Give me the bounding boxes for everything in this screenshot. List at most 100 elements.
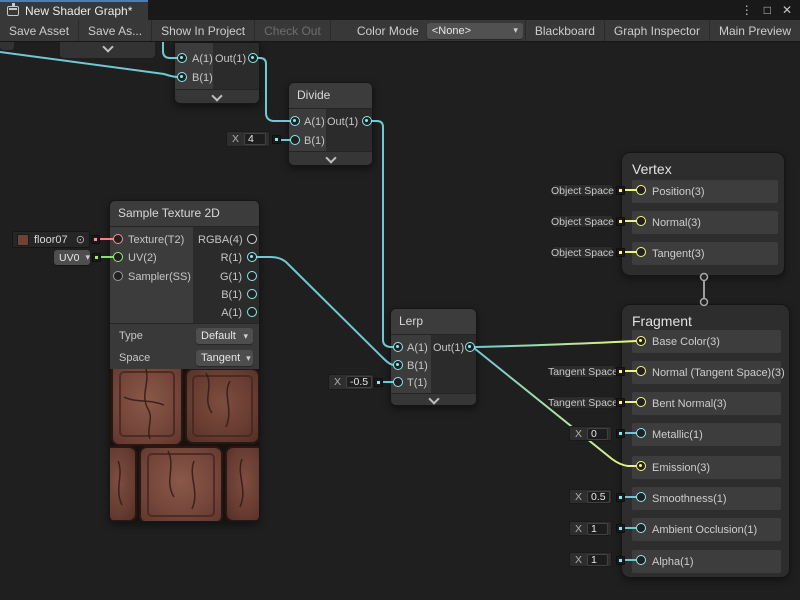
port-add-out[interactable] [248, 53, 258, 63]
alpha-default-field[interactable]: X 1 [569, 552, 612, 567]
port-sample-b-out[interactable] [247, 289, 257, 299]
graph-inspector-button[interactable]: Graph Inspector [605, 20, 709, 41]
fragment-block[interactable]: Fragment Base Color(3) Normal (Tangent S… [621, 304, 790, 578]
port-sample-sampler-in[interactable] [113, 271, 123, 281]
ambient-occlusion-default-field[interactable]: X 1 [569, 521, 612, 536]
port-sample-a-out[interactable] [247, 307, 257, 317]
graph-canvas[interactable]: A(1) B(1) Out(1) Divide A(1) B(1) Out(1)… [0, 0, 800, 600]
divide-node[interactable]: Divide A(1) B(1) Out(1) [288, 82, 373, 166]
port-divide-b-in[interactable] [290, 135, 300, 145]
port-divide-a-in[interactable] [290, 116, 300, 126]
collapse-chevron-icon[interactable] [428, 393, 439, 404]
port-add-b-in[interactable] [177, 72, 187, 82]
space-chip[interactable]: Object Space [552, 215, 613, 228]
port-label: A(1) [198, 307, 242, 319]
dot-alpha-default[interactable] [616, 556, 625, 565]
smoothness-default-field[interactable]: X 0.5 [569, 489, 612, 504]
x-value-input[interactable]: 1 [587, 523, 608, 535]
offscreen-node-fragment[interactable] [0, 42, 14, 50]
x-value-input[interactable]: 0 [587, 428, 608, 440]
port-fragment-normal[interactable] [636, 366, 646, 376]
blackboard-button[interactable]: Blackboard [526, 20, 604, 41]
port-lerp-b-in[interactable] [393, 360, 403, 370]
port-vertex-position[interactable] [636, 185, 646, 195]
port-fragment-bent-normal[interactable] [636, 397, 646, 407]
port-sample-r-out[interactable] [247, 252, 257, 262]
edge-sample-r-to-lerp-b[interactable] [256, 257, 394, 365]
port-label: Out(1) [327, 116, 357, 128]
vertex-row-tangent: Tangent(3) [632, 242, 778, 265]
port-label: Out(1) [215, 53, 245, 65]
lerp-t-default-field[interactable]: X -0.5 [328, 374, 374, 390]
x-value-input[interactable]: -0.5 [346, 376, 372, 388]
dot-tangent-space-normal[interactable] [616, 367, 625, 376]
show-in-project-button[interactable]: Show In Project [152, 20, 254, 41]
port-lerp-a-in[interactable] [393, 342, 403, 352]
shader-graph-tab[interactable]: New Shader Graph* [0, 0, 148, 20]
port-sample-g-out[interactable] [247, 271, 257, 281]
edge-lerp-out-to-base-color[interactable] [474, 341, 636, 347]
space-dropdown[interactable]: Tangent ▾ [196, 350, 253, 366]
port-sample-rgba-out[interactable] [247, 234, 257, 244]
dot-object-space-position[interactable] [616, 186, 625, 195]
row-label: Normal(3) [652, 217, 701, 229]
dot-uv0[interactable] [92, 253, 101, 262]
metallic-default-field[interactable]: X 0 [569, 426, 612, 441]
port-fragment-metallic[interactable] [636, 428, 646, 438]
space-chip[interactable]: Tangent Space [551, 365, 615, 378]
uv-channel-dropdown[interactable]: UV0 ▾ [54, 250, 90, 265]
port-sample-texture-in[interactable] [113, 234, 123, 244]
dot-ambient-occlusion-default[interactable] [616, 524, 625, 533]
port-fragment-ambient-occlusion[interactable] [636, 523, 646, 533]
space-chip[interactable]: Tangent Space [551, 396, 615, 409]
type-dropdown[interactable]: Default ▾ [196, 328, 253, 344]
port-lerp-t-in[interactable] [393, 377, 403, 387]
divide-b-default-field[interactable]: X 4 [226, 131, 270, 147]
port-fragment-smoothness[interactable] [636, 492, 646, 502]
collapse-chevron-icon[interactable] [211, 90, 222, 101]
x-value-input[interactable]: 4 [244, 133, 266, 145]
port-vertex-tangent[interactable] [636, 247, 646, 257]
collapse-chevron-icon[interactable] [102, 41, 113, 52]
collapse-chevron-icon[interactable] [325, 152, 336, 163]
dot-lerp-t-default[interactable] [374, 378, 383, 387]
math-node[interactable]: A(1) B(1) Out(1) [174, 42, 260, 104]
row-label: Alpha(1) [652, 556, 694, 568]
sample-texture-2d-node[interactable]: Sample Texture 2D Texture(T2) UV(2) Samp… [109, 200, 260, 522]
maximize-icon[interactable]: □ [764, 0, 771, 20]
vertex-block[interactable]: Vertex Position(3) Normal(3) Tangent(3) [621, 152, 785, 276]
dot-divide-b-default[interactable] [272, 135, 281, 144]
save-as-button[interactable]: Save As... [79, 20, 151, 41]
edge-add-out-to-divide-a[interactable] [257, 58, 291, 121]
port-fragment-emission[interactable] [636, 461, 646, 471]
texture-asset-field[interactable]: floor07 ⊙ [12, 231, 90, 248]
dot-tangent-space-bent-normal[interactable] [616, 398, 625, 407]
lerp-node[interactable]: Lerp A(1) B(1) T(1) Out(1) [390, 308, 477, 406]
port-fragment-base-color[interactable] [636, 336, 646, 346]
main-preview-button[interactable]: Main Preview [710, 20, 800, 41]
object-picker-icon[interactable]: ⊙ [76, 233, 85, 246]
dot-object-space-normal[interactable] [616, 217, 625, 226]
x-value-input[interactable]: 1 [587, 554, 608, 566]
port-label: RGBA(4) [198, 234, 242, 246]
port-add-a-in[interactable] [177, 53, 187, 63]
dot-metallic-default[interactable] [616, 429, 625, 438]
space-chip[interactable]: Object Space [552, 246, 613, 259]
close-icon[interactable]: ✕ [782, 0, 792, 20]
dot-smoothness-default[interactable] [616, 493, 625, 502]
port-label: Out(1) [433, 342, 462, 354]
color-mode-value: <None> [432, 25, 471, 37]
port-fragment-alpha[interactable] [636, 555, 646, 565]
port-sample-uv-in[interactable] [113, 252, 123, 262]
dot-floor07[interactable] [91, 235, 100, 244]
port-divide-out[interactable] [362, 116, 372, 126]
collapsed-node-fragment[interactable] [60, 42, 155, 58]
space-chip[interactable]: Object Space [552, 184, 613, 197]
port-lerp-out[interactable] [465, 342, 475, 352]
window-menu-icon[interactable]: ⋮ [741, 0, 753, 20]
dot-object-space-tangent[interactable] [616, 248, 625, 257]
save-asset-button[interactable]: Save Asset [0, 20, 78, 41]
port-vertex-normal[interactable] [636, 216, 646, 226]
color-mode-dropdown[interactable]: <None> ▾ [427, 23, 523, 39]
x-value-input[interactable]: 0.5 [587, 491, 610, 503]
